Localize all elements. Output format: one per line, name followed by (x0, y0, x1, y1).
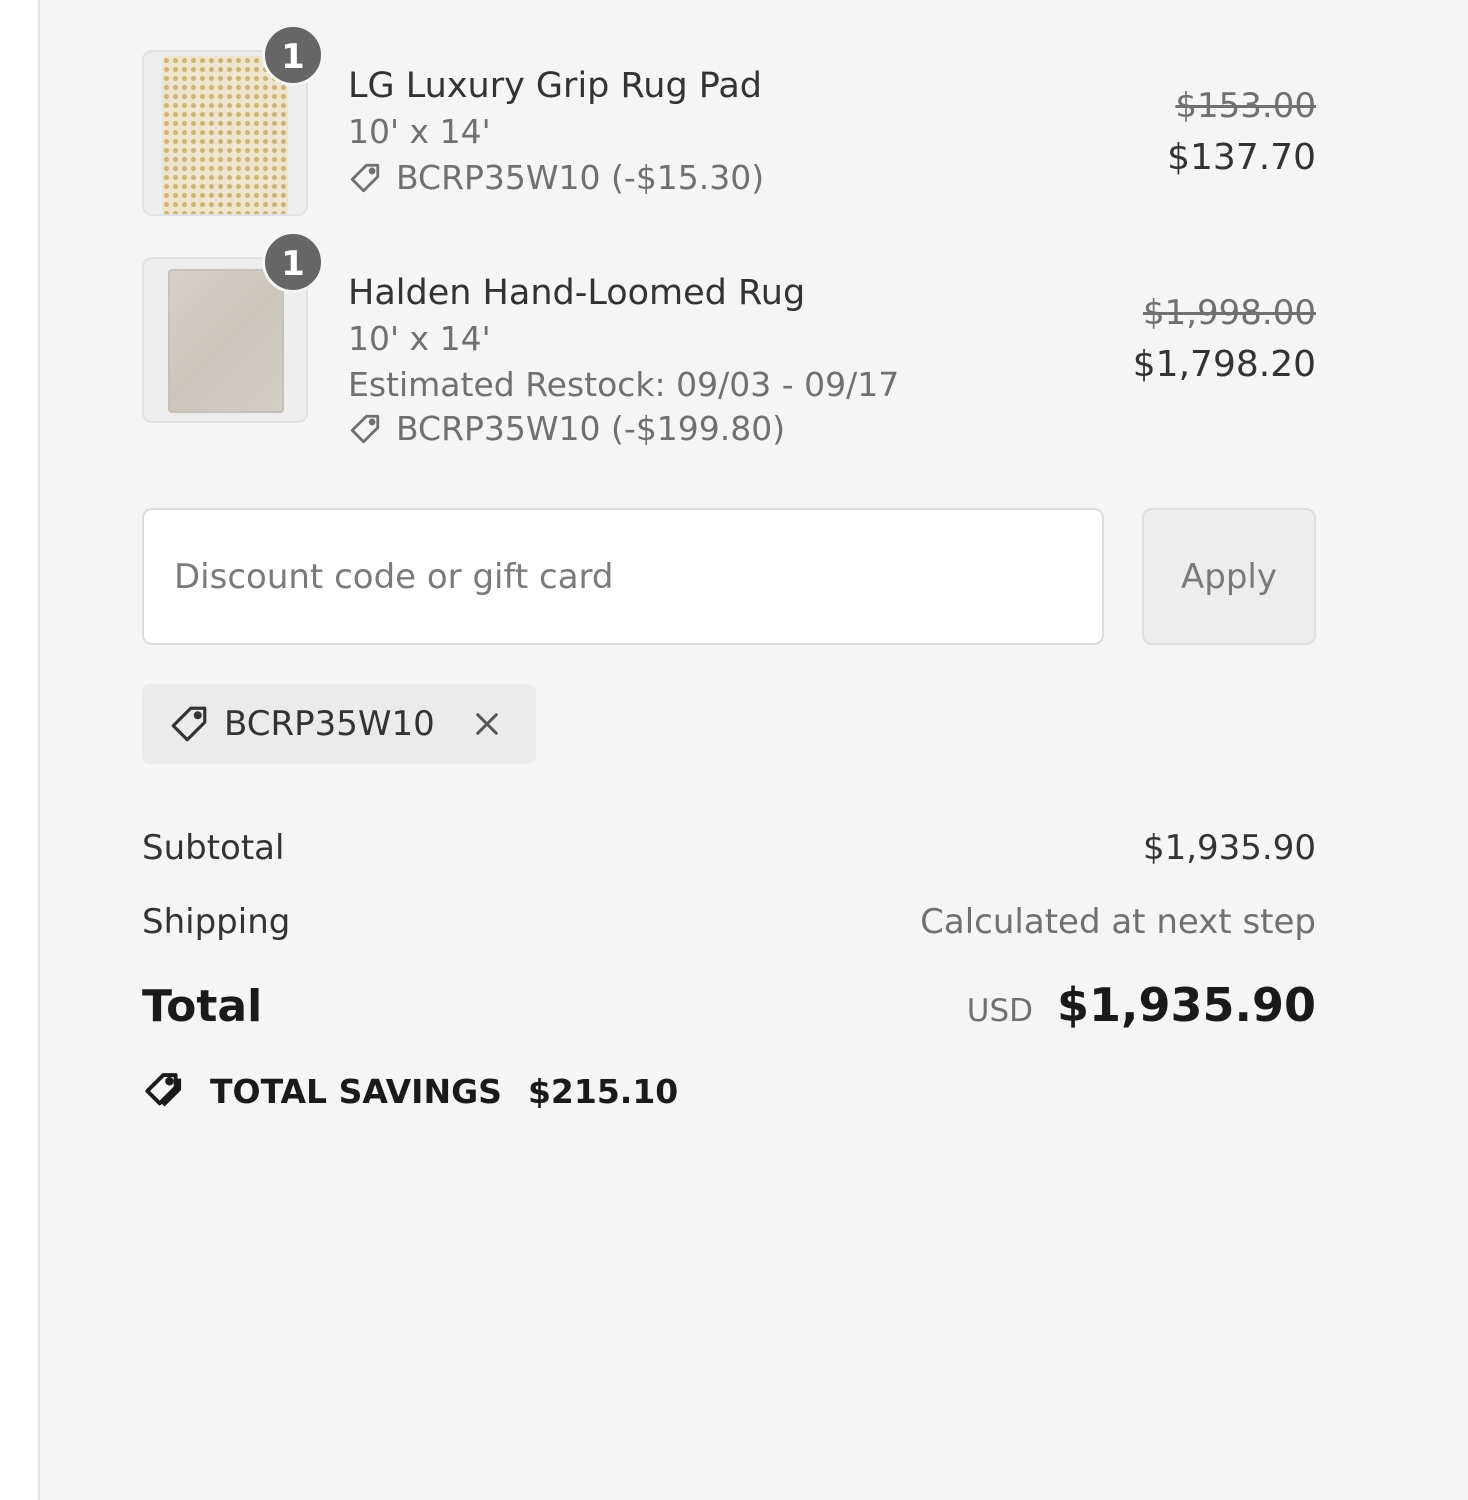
line-item: 1 Halden Hand-Loomed Rug 10' x 14' Estim… (142, 231, 1316, 457)
item-prices: $1,998.00 $1,798.20 (1133, 291, 1316, 395)
rug-image (168, 269, 284, 413)
shipping-value: Calculated at next step (920, 902, 1316, 942)
tag-icon (168, 703, 210, 745)
quantity-badge: 1 (262, 231, 324, 293)
tags-icon (142, 1068, 188, 1114)
product-thumbnail: 1 (142, 231, 324, 423)
apply-button[interactable]: Apply (1142, 508, 1316, 645)
total-savings: TOTAL SAVINGS $215.10 (142, 1068, 678, 1114)
subtotal-row: Subtotal $1,935.90 (142, 828, 1316, 868)
original-price: $153.00 (1175, 86, 1316, 126)
item-name: Halden Hand-Loomed Rug (348, 273, 806, 313)
item-discount: BCRP35W10 (-$199.80) (348, 407, 968, 451)
tag-icon (348, 412, 382, 446)
savings-label: TOTAL SAVINGS (210, 1071, 502, 1111)
close-icon (475, 713, 498, 735)
rug-pad-image (162, 56, 288, 214)
item-size: 10' x 14' (348, 112, 491, 151)
item-discount-text: BCRP35W10 (-$15.30) (396, 158, 765, 197)
remove-code-button[interactable] (471, 708, 503, 740)
item-name: LG Luxury Grip Rug Pad (348, 66, 762, 106)
shipping-label: Shipping (142, 902, 291, 942)
total-row: Total USD $1,935.90 (142, 978, 1316, 1032)
product-thumbnail: 1 (142, 24, 324, 216)
item-discount-text: BCRP35W10 (-$199.80) (396, 409, 786, 448)
item-restock: Estimated Restock: 09/03 - 09/17 (348, 365, 900, 404)
discount-code-input[interactable] (142, 508, 1104, 645)
applied-code-chip: BCRP35W10 (142, 684, 536, 764)
total-label: Total (142, 981, 263, 1032)
applied-code-text: BCRP35W10 (224, 704, 435, 744)
item-details: Halden Hand-Loomed Rug 10' x 14' Estimat… (348, 271, 968, 451)
total-amount: USD $1,935.90 (967, 978, 1316, 1032)
order-summary-panel: 1 LG Luxury Grip Rug Pad 10' x 14' BCRP3… (38, 0, 1468, 1500)
quantity-badge: 1 (262, 24, 324, 86)
tag-icon (348, 161, 382, 195)
savings-value: $215.10 (527, 1071, 679, 1111)
shipping-row: Shipping Calculated at next step (142, 902, 1316, 942)
total-value: $1,935.90 (1057, 978, 1316, 1032)
item-prices: $153.00 $137.70 (1167, 84, 1316, 188)
subtotal-label: Subtotal (142, 828, 285, 868)
currency-code: USD (966, 993, 1033, 1029)
line-item: 1 LG Luxury Grip Rug Pad 10' x 14' BCRP3… (142, 24, 1316, 220)
item-details: LG Luxury Grip Rug Pad 10' x 14' BCRP35W… (348, 64, 968, 200)
item-discount: BCRP35W10 (-$15.30) (348, 156, 968, 200)
item-size: 10' x 14' (348, 319, 491, 358)
original-price: $1,998.00 (1142, 293, 1316, 333)
subtotal-value: $1,935.90 (1142, 828, 1316, 868)
final-price: $1,798.20 (1132, 344, 1316, 385)
final-price: $137.70 (1167, 137, 1316, 178)
